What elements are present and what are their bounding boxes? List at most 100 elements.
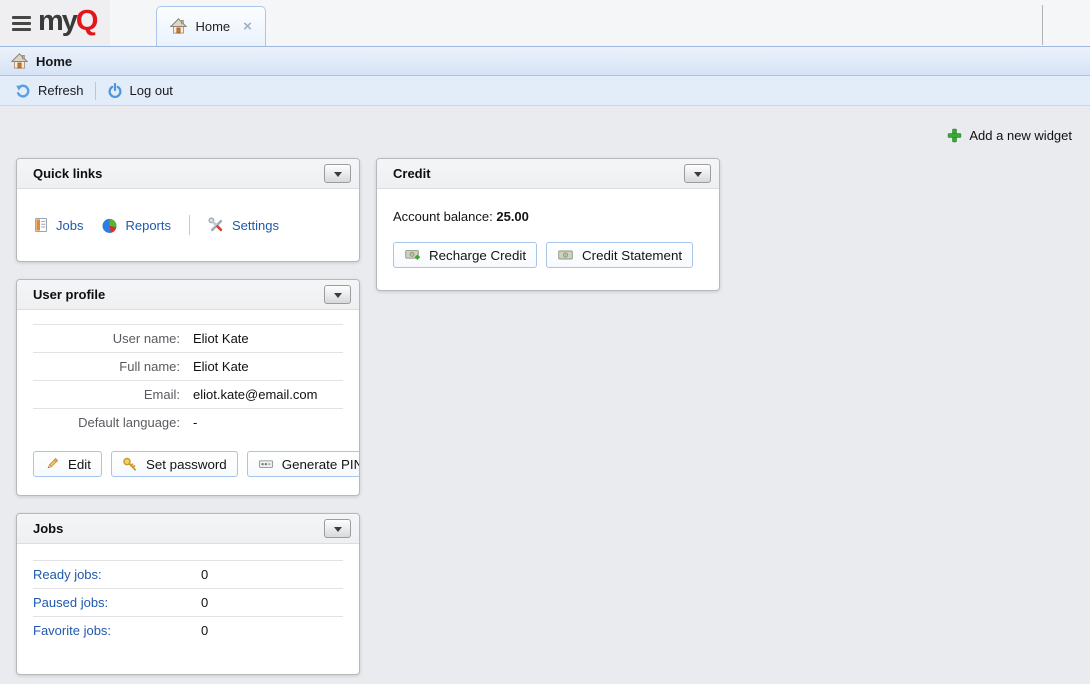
logout-button[interactable]: Log out [96, 76, 184, 105]
quick-links-header: Quick links [17, 159, 359, 189]
chevron-down-icon [334, 527, 342, 536]
row-value: 0 [201, 595, 208, 610]
jobs-row-favorite: Favorite jobs: 0 [33, 616, 343, 644]
account-balance: Account balance: 25.00 [393, 209, 703, 224]
profile-row-user-name: User name: Eliot Kate [33, 324, 343, 352]
profile-row-default-language: Default language: - [33, 408, 343, 436]
recharge-credit-button[interactable]: Recharge Credit [393, 242, 537, 268]
quick-link-label: Jobs [56, 218, 83, 233]
app-logo[interactable]: myQ [0, 0, 110, 46]
button-label: Generate PIN [282, 457, 360, 472]
jobs-row-ready: Ready jobs: 0 [33, 560, 343, 588]
widget-title: Quick links [33, 166, 102, 181]
myq-logo-text: myQ [38, 7, 96, 40]
quick-link-label: Settings [232, 218, 279, 233]
refresh-button[interactable]: Refresh [4, 76, 95, 105]
pie-chart-icon [101, 217, 118, 234]
favorite-jobs-link[interactable]: Favorite jobs: [33, 623, 201, 638]
topbar-divider [1042, 5, 1043, 45]
widget-jobs: Jobs Ready jobs: 0 Paused jobs: 0 [16, 513, 360, 675]
collapse-widget-button[interactable] [324, 519, 351, 538]
generate-pin-button[interactable]: Generate PIN [247, 451, 360, 477]
refresh-label: Refresh [38, 83, 84, 98]
refresh-icon [15, 83, 31, 99]
collapse-widget-button[interactable] [684, 164, 711, 183]
quick-link-reports[interactable]: Reports [101, 217, 171, 234]
button-label: Edit [68, 457, 91, 472]
add-widget-label: Add a new widget [969, 128, 1072, 143]
set-password-button[interactable]: Set password [111, 451, 238, 477]
widget-title: User profile [33, 287, 105, 302]
quick-link-settings[interactable]: Settings [208, 217, 279, 234]
jobs-row-paused: Paused jobs: 0 [33, 588, 343, 616]
profile-row-full-name: Full name: Eliot Kate [33, 352, 343, 380]
button-label: Credit Statement [582, 248, 682, 263]
pencil-icon [44, 456, 60, 472]
tab-label: Home [195, 19, 230, 34]
quick-link-jobs[interactable]: Jobs [33, 217, 83, 233]
user-profile-header: User profile [17, 280, 359, 310]
row-label: Default language: [33, 415, 193, 430]
banknote-plus-icon [404, 247, 421, 263]
balance-value: 25.00 [496, 209, 529, 224]
logout-label: Log out [130, 83, 173, 98]
widget-user-profile: User profile User name: Eliot Kate Full … [16, 279, 360, 496]
plus-icon [947, 128, 962, 143]
credit-header: Credit [377, 159, 719, 189]
jobs-body: Ready jobs: 0 Paused jobs: 0 Favorite jo… [17, 544, 359, 674]
add-widget-row: Add a new widget [16, 106, 1074, 158]
row-value: - [193, 415, 197, 430]
credit-statement-button[interactable]: Credit Statement [546, 242, 693, 268]
add-widget-button[interactable]: Add a new widget [947, 128, 1072, 143]
row-value: Eliot Kate [193, 359, 249, 374]
quick-links-body: Jobs Reports [17, 189, 359, 261]
credit-body: Account balance: 25.00 [377, 189, 719, 290]
home-icon [170, 18, 187, 35]
row-value: Eliot Kate [193, 331, 249, 346]
dashboard-content: Add a new widget Quick links [0, 106, 1090, 684]
user-profile-body: User name: Eliot Kate Full name: Eliot K… [17, 310, 359, 495]
credit-buttons: Recharge Credit Credit Statement [393, 242, 703, 268]
document-icon [33, 217, 49, 233]
menu-icon[interactable] [12, 16, 31, 31]
tools-icon [208, 217, 225, 234]
top-bar: myQ Home × [0, 0, 1090, 46]
widget-credit: Credit Account balance: 25.00 [376, 158, 720, 291]
chevron-down-icon [694, 172, 702, 181]
button-label: Recharge Credit [429, 248, 526, 263]
chevron-down-icon [334, 172, 342, 181]
row-label: User name: [33, 331, 193, 346]
edit-button[interactable]: Edit [33, 451, 102, 477]
profile-buttons: Edit Set password [33, 451, 343, 477]
jobs-header: Jobs [17, 514, 359, 544]
widget-title: Jobs [33, 521, 63, 536]
quick-links-divider [189, 215, 190, 235]
page-title: Home [36, 54, 72, 69]
row-value: 0 [201, 623, 208, 638]
paused-jobs-link[interactable]: Paused jobs: [33, 595, 201, 610]
collapse-widget-button[interactable] [324, 164, 351, 183]
home-icon [11, 53, 28, 70]
ready-jobs-link[interactable]: Ready jobs: [33, 567, 201, 582]
myq-app: myQ Home × Home [0, 0, 1090, 684]
pin-pad-icon [258, 456, 274, 472]
button-label: Set password [146, 457, 227, 472]
widget-quick-links: Quick links [16, 158, 360, 262]
power-icon [107, 83, 123, 99]
balance-label: Account balance: [393, 209, 493, 224]
row-value: 0 [201, 567, 208, 582]
row-label: Email: [33, 387, 193, 402]
row-label: Full name: [33, 359, 193, 374]
banknote-icon [557, 247, 574, 263]
key-icon [122, 456, 138, 472]
quick-link-label: Reports [125, 218, 171, 233]
tab-home[interactable]: Home × [156, 6, 265, 46]
tab-close-icon[interactable]: × [243, 18, 252, 35]
action-toolbar: Refresh Log out [0, 76, 1090, 106]
collapse-widget-button[interactable] [324, 285, 351, 304]
profile-row-email: Email: eliot.kate@email.com [33, 380, 343, 408]
page-header: Home [0, 46, 1090, 76]
chevron-down-icon [334, 293, 342, 302]
widget-title: Credit [393, 166, 431, 181]
row-value: eliot.kate@email.com [193, 387, 317, 402]
